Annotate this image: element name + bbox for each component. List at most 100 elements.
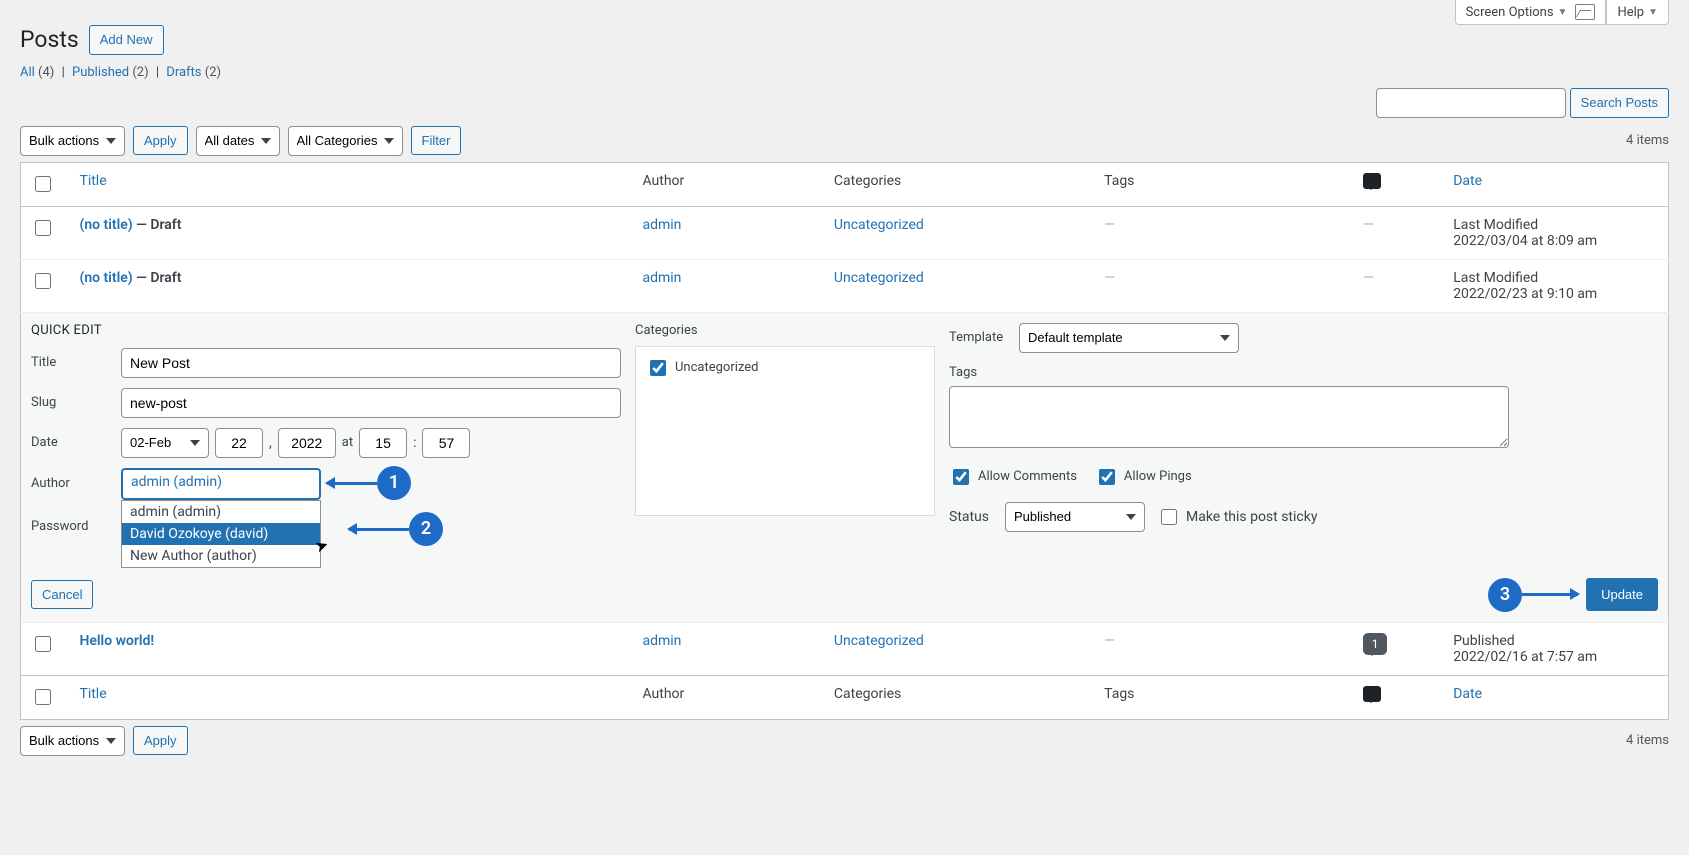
- dates-filter-select[interactable]: All dates: [196, 126, 280, 156]
- qe-day-input[interactable]: [215, 428, 263, 458]
- tags-empty: —: [1104, 270, 1115, 286]
- items-count: 4 items: [1626, 133, 1669, 148]
- image-icon: [1575, 4, 1595, 20]
- allow-pings-label: Allow Pings: [1124, 469, 1192, 484]
- comment-badge[interactable]: 1: [1363, 633, 1387, 655]
- qe-author-selected: admin (admin): [131, 474, 222, 490]
- column-tags: Tags: [1094, 162, 1353, 206]
- screen-options-label: Screen Options: [1466, 5, 1554, 20]
- comments-empty: —: [1363, 270, 1374, 286]
- category-option[interactable]: Uncategorized: [646, 357, 924, 379]
- category-checkbox[interactable]: [650, 360, 666, 376]
- column-date[interactable]: Date: [1443, 162, 1668, 206]
- column-title-footer[interactable]: Title: [69, 675, 632, 719]
- author-option[interactable]: admin (admin): [122, 501, 320, 523]
- update-button[interactable]: Update: [1586, 578, 1658, 612]
- help-label: Help: [1617, 5, 1644, 20]
- comment-icon[interactable]: [1363, 686, 1381, 702]
- apply-button[interactable]: Apply: [133, 126, 188, 156]
- qe-author-dropdown: admin (admin) David Ozokoye (david) New …: [121, 500, 321, 568]
- categories-filter-select[interactable]: All Categories: [288, 126, 403, 156]
- author-link[interactable]: admin: [642, 270, 681, 286]
- filter-all-count: (4): [38, 65, 54, 80]
- qe-at-text: at: [342, 435, 353, 450]
- items-count-bottom: 4 items: [1626, 733, 1669, 748]
- qe-author-select[interactable]: admin (admin): [121, 468, 321, 500]
- table-row: (no title) — Draft admin Uncategorized —…: [21, 206, 1669, 259]
- filter-published-count: (2): [132, 65, 148, 80]
- qe-password-label: Password: [31, 519, 111, 534]
- select-all-checkbox-footer[interactable]: [35, 689, 51, 705]
- date-label: Published: [1453, 633, 1658, 649]
- author-option[interactable]: New Author (author): [122, 545, 320, 567]
- filter-all[interactable]: All: [20, 65, 35, 80]
- annotation-arrow: [327, 482, 377, 485]
- column-author-footer: Author: [632, 675, 823, 719]
- qe-status-label: Status: [949, 509, 993, 525]
- annotation-badge-1: 1: [377, 466, 411, 500]
- search-input[interactable]: [1376, 88, 1566, 118]
- allow-pings-option[interactable]: Allow Pings: [1095, 466, 1192, 488]
- column-title[interactable]: Title: [69, 162, 632, 206]
- annotation-arrow: [1522, 593, 1578, 596]
- allow-pings-checkbox[interactable]: [1099, 469, 1115, 485]
- column-categories: Categories: [824, 162, 1094, 206]
- sticky-option[interactable]: Make this post sticky: [1157, 506, 1317, 528]
- search-posts-button[interactable]: Search Posts: [1570, 88, 1669, 118]
- author-option-selected[interactable]: David Ozokoye (david): [122, 523, 320, 545]
- screen-options-tab[interactable]: Screen Options ▼: [1455, 0, 1607, 25]
- filter-button[interactable]: Filter: [411, 126, 462, 156]
- column-date-footer[interactable]: Date: [1443, 675, 1668, 719]
- qe-slug-label: Slug: [31, 395, 111, 410]
- category-link[interactable]: Uncategorized: [834, 270, 924, 286]
- qe-tags-label: Tags: [949, 365, 1509, 380]
- status-filter-links: All (4) | Published (2) | Drafts (2): [20, 65, 1669, 80]
- bulk-actions-select-bottom[interactable]: Bulk actions: [20, 726, 125, 756]
- annotation-badge-3: 3: [1488, 578, 1522, 612]
- qe-tags-textarea[interactable]: [949, 386, 1509, 448]
- filter-published[interactable]: Published: [72, 65, 129, 80]
- add-new-button[interactable]: Add New: [89, 25, 164, 55]
- qe-categories-box[interactable]: Uncategorized: [635, 346, 935, 516]
- row-checkbox[interactable]: [35, 273, 51, 289]
- post-title-link[interactable]: (no title): [79, 217, 132, 233]
- post-status: — Draft: [133, 217, 182, 233]
- qe-template-select[interactable]: Default template: [1019, 323, 1239, 353]
- row-checkbox[interactable]: [35, 636, 51, 652]
- date-value: 2022/03/04 at 8:09 am: [1453, 233, 1658, 249]
- cancel-button[interactable]: Cancel: [31, 580, 93, 610]
- column-author: Author: [632, 162, 823, 206]
- filter-drafts-count: (2): [205, 65, 221, 80]
- category-link[interactable]: Uncategorized: [834, 217, 924, 233]
- filter-drafts[interactable]: Drafts: [166, 65, 201, 80]
- category-link[interactable]: Uncategorized: [834, 633, 924, 649]
- post-title-link[interactable]: Hello world!: [79, 633, 154, 649]
- qe-hour-input[interactable]: [359, 428, 407, 458]
- qe-title-label: Title: [31, 355, 111, 370]
- qe-status-select[interactable]: Published: [1005, 502, 1145, 532]
- apply-button-bottom[interactable]: Apply: [133, 726, 188, 756]
- author-link[interactable]: admin: [642, 217, 681, 233]
- qe-month-select[interactable]: 02-Feb: [121, 428, 209, 458]
- qe-year-input[interactable]: [278, 428, 336, 458]
- qe-minute-input[interactable]: [422, 428, 470, 458]
- sticky-checkbox[interactable]: [1161, 509, 1177, 525]
- date-value: 2022/02/23 at 9:10 am: [1453, 286, 1658, 302]
- date-label: Last Modified: [1453, 270, 1658, 286]
- allow-comments-checkbox[interactable]: [953, 469, 969, 485]
- comment-icon[interactable]: [1363, 173, 1381, 189]
- sticky-label: Make this post sticky: [1186, 509, 1317, 525]
- row-checkbox[interactable]: [35, 220, 51, 236]
- author-link[interactable]: admin: [642, 633, 681, 649]
- qe-slug-input[interactable]: [121, 388, 621, 418]
- qe-title-input[interactable]: [121, 348, 621, 378]
- qe-date-label: Date: [31, 435, 111, 450]
- date-label: Last Modified: [1453, 217, 1658, 233]
- select-all-checkbox[interactable]: [35, 176, 51, 192]
- column-categories-footer: Categories: [824, 675, 1094, 719]
- qe-template-label: Template: [949, 330, 1009, 345]
- post-title-link[interactable]: (no title): [79, 270, 132, 286]
- bulk-actions-select[interactable]: Bulk actions: [20, 126, 125, 156]
- allow-comments-option[interactable]: Allow Comments: [949, 466, 1077, 488]
- help-tab[interactable]: Help ▼: [1606, 0, 1669, 25]
